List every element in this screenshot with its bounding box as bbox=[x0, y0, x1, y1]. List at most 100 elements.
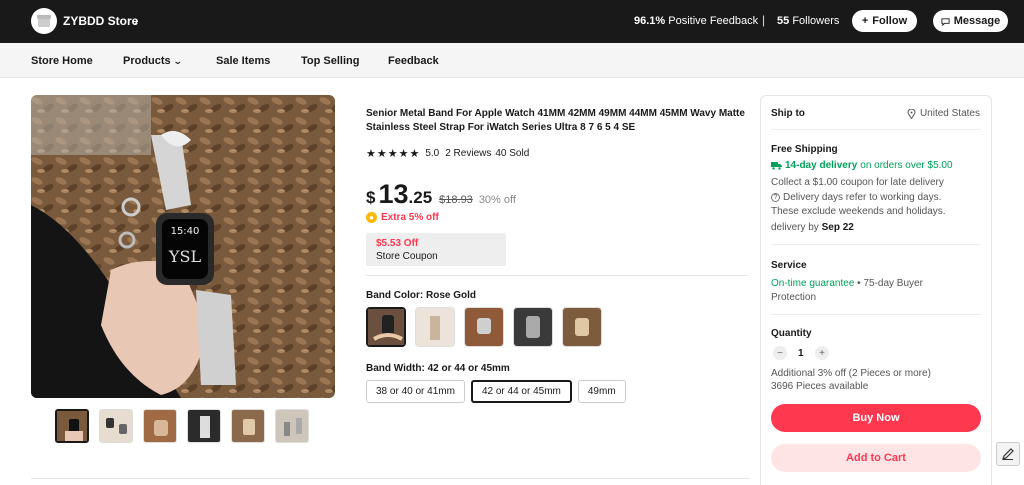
delivery-highlight: 14-day delivery bbox=[785, 160, 858, 171]
size-option-selected[interactable]: 42 or 44 or 45mm bbox=[470, 380, 572, 403]
quantity-value[interactable]: 1 bbox=[798, 348, 804, 359]
store-name[interactable]: ZYBDD Store bbox=[63, 14, 138, 28]
followers-label: Followers bbox=[792, 15, 840, 27]
discount-percent: 30% off bbox=[478, 194, 516, 206]
follow-button[interactable]: + Follow bbox=[852, 10, 917, 32]
product-title: Senior Metal Band For Apple Watch 41MM 4… bbox=[366, 108, 745, 133]
divider bbox=[31, 478, 749, 479]
message-button[interactable]: Message bbox=[933, 10, 1008, 32]
chevron-down-icon: ⌄ bbox=[172, 56, 183, 66]
message-label: Message bbox=[953, 15, 1001, 27]
location-pin-icon bbox=[907, 108, 916, 119]
divider bbox=[771, 244, 981, 245]
price-currency: $ bbox=[366, 188, 376, 207]
nav-store-home[interactable]: Store Home bbox=[31, 55, 93, 67]
follow-label: Follow bbox=[872, 15, 908, 27]
quantity-increase-button[interactable]: + bbox=[815, 346, 829, 360]
delivery-by: delivery by Sep 22 bbox=[771, 222, 854, 233]
price-integer: 13 bbox=[378, 179, 409, 209]
sold-count: 40 Sold bbox=[495, 148, 530, 159]
chevron-right-icon[interactable]: › bbox=[134, 12, 139, 28]
store-coupon[interactable]: $5.53 Off Store Coupon bbox=[366, 233, 506, 266]
delivery-note: ? Delivery days refer to working days. bbox=[771, 192, 941, 203]
star-rating-icon: ★★★★★ bbox=[366, 148, 421, 160]
size-options: 38 or 40 or 41mm 42 or 44 or 45mm 49mm bbox=[366, 380, 626, 403]
price-decimal: .25 bbox=[408, 188, 433, 207]
service-label: Service bbox=[771, 260, 807, 271]
buyer-protection: • 75-day Buyer bbox=[857, 278, 923, 289]
header-divider: | bbox=[762, 13, 766, 27]
band-width-label: Band Width: 42 or 44 or 45mm bbox=[366, 363, 510, 374]
color-swatches bbox=[366, 307, 602, 347]
store-header: ZYBDD Store › 96.1% Positive Feedback | … bbox=[0, 0, 1024, 43]
color-swatch[interactable] bbox=[562, 307, 602, 347]
ship-to-country[interactable]: United States bbox=[907, 108, 980, 119]
nav-feedback[interactable]: Feedback bbox=[388, 55, 439, 67]
thumbnail[interactable] bbox=[55, 409, 89, 443]
positive-feedback-value: 96.1% bbox=[634, 15, 666, 27]
quantity-label: Quantity bbox=[771, 328, 812, 339]
thumbnail[interactable] bbox=[99, 409, 133, 443]
watch-face-logo: YSL bbox=[168, 247, 202, 266]
size-option[interactable]: 49mm bbox=[577, 380, 626, 403]
coupon-amount: $5.53 Off bbox=[376, 238, 419, 249]
divider bbox=[771, 129, 981, 130]
reviews-link[interactable]: 2 Reviews bbox=[445, 148, 491, 159]
divider bbox=[771, 314, 981, 315]
store-icon[interactable] bbox=[31, 8, 57, 34]
thumbnail[interactable] bbox=[187, 409, 221, 443]
late-delivery-coupon: Collect a $1.00 coupon for late delivery bbox=[771, 177, 944, 188]
delivery-by-label: delivery by bbox=[771, 222, 819, 233]
color-swatch[interactable] bbox=[415, 307, 455, 347]
add-to-cart-button[interactable]: Add to Cart bbox=[771, 444, 981, 472]
delivery-line: 14-day delivery on orders over $5.00 bbox=[771, 160, 953, 171]
color-swatch[interactable] bbox=[513, 307, 553, 347]
service-line: On-time guarantee • 75-day Buyer bbox=[771, 278, 923, 289]
delivery-condition: on orders over $5.00 bbox=[860, 160, 953, 171]
delivery-note-line2: These exclude weekends and holidays. bbox=[771, 206, 946, 217]
delivery-note-line1: Delivery days refer to working days. bbox=[783, 192, 942, 203]
thumbnail[interactable] bbox=[231, 409, 265, 443]
truck-icon bbox=[771, 162, 782, 170]
thumbnail[interactable] bbox=[275, 409, 309, 443]
rating-row: ★★★★★ 5.0 2 Reviews 40 Sold bbox=[366, 147, 529, 160]
question-icon: ? bbox=[771, 193, 780, 202]
delivery-date: Sep 22 bbox=[821, 222, 854, 233]
coupon-label: Store Coupon bbox=[376, 251, 438, 262]
color-swatch[interactable] bbox=[464, 307, 504, 347]
quantity-decrease-button[interactable]: − bbox=[773, 346, 787, 360]
free-shipping-label: Free Shipping bbox=[771, 144, 838, 155]
store-nav: Store Home Products ⌄ Sale Items Top Sel… bbox=[0, 43, 1024, 78]
nav-products[interactable]: Products ⌄ bbox=[123, 55, 183, 67]
nav-sale-items[interactable]: Sale Items bbox=[216, 55, 270, 67]
followers: 55 Followers bbox=[777, 15, 839, 27]
watch-time: 15:40 bbox=[171, 226, 200, 237]
buy-now-button[interactable]: Buy Now bbox=[771, 404, 981, 432]
additional-discount: Additional 3% off (2 Pieces or more) bbox=[771, 368, 931, 379]
thumbnail-strip bbox=[55, 409, 309, 443]
chat-bubble-icon bbox=[941, 17, 950, 26]
followers-count: 55 bbox=[777, 15, 790, 27]
nav-products-label: Products bbox=[123, 55, 171, 67]
price-row: $ 13 .25 $18.93 30% off bbox=[366, 180, 516, 208]
on-time-guarantee[interactable]: On-time guarantee bbox=[771, 278, 854, 289]
main-product-image[interactable]: 15:40 YSL bbox=[31, 95, 335, 398]
divider bbox=[366, 275, 748, 276]
nav-top-selling[interactable]: Top Selling bbox=[301, 55, 359, 67]
color-swatch-rose-gold[interactable] bbox=[366, 307, 406, 347]
plus-icon: + bbox=[861, 15, 869, 27]
edit-icon[interactable] bbox=[996, 442, 1020, 466]
positive-feedback: 96.1% Positive Feedback bbox=[634, 15, 758, 27]
thumbnail[interactable] bbox=[143, 409, 177, 443]
country-name: United States bbox=[919, 108, 980, 119]
size-option[interactable]: 38 or 40 or 41mm bbox=[366, 380, 465, 403]
ship-to-label: Ship to bbox=[771, 108, 805, 119]
extra-discount: ● Extra 5% off bbox=[366, 212, 439, 223]
pieces-available: 3696 Pieces available bbox=[771, 381, 869, 392]
band-color-label: Band Color: Rose Gold bbox=[366, 290, 476, 301]
extra-discount-label: Extra 5% off bbox=[381, 212, 439, 223]
rating-value: 5.0 bbox=[425, 148, 440, 159]
positive-feedback-label: Positive Feedback bbox=[668, 15, 759, 27]
coin-icon: ● bbox=[366, 212, 377, 223]
buyer-protection-line2: Protection bbox=[771, 292, 817, 303]
